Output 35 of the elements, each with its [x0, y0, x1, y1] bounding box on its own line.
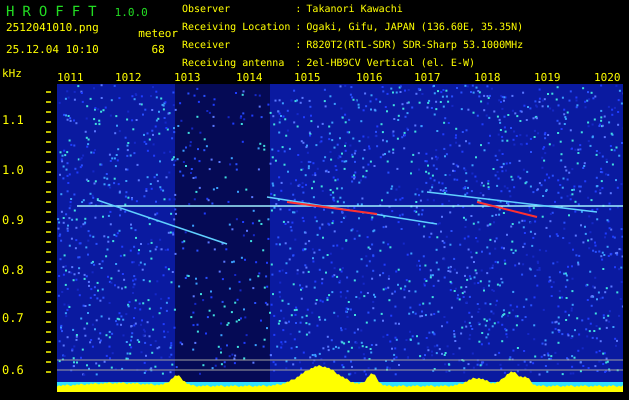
info-separator: : [295, 40, 302, 53]
axis-label: 1017 [414, 72, 440, 84]
info-separator: : [295, 4, 302, 17]
info-label: Receiver [182, 40, 232, 53]
info-label: Observer [182, 4, 232, 17]
info-label: Receiving antenna [182, 58, 286, 71]
axis-label: 1020 [594, 72, 620, 84]
info-separator: : [295, 58, 302, 71]
file-datetime: 25.12.04 10:10 [6, 44, 99, 56]
app-version: 1.0.0 [114, 7, 148, 19]
axis-label: 0.6 [2, 364, 24, 376]
meteor-label: meteor [138, 28, 178, 40]
info-separator: : [295, 22, 302, 35]
axis-label: 1013 [174, 72, 200, 84]
info-value: R820T2(RTL-SDR) SDR-Sharp 53.1000MHz [306, 40, 524, 53]
app-name: HROFFT [6, 4, 105, 20]
axis-label: 1014 [236, 72, 262, 84]
axis-label: 0.7 [2, 312, 24, 324]
meteor-count: 68 [152, 44, 165, 56]
axis-label: 1012 [115, 72, 142, 84]
info-label: Receiving Location [182, 22, 290, 35]
axis-label: 1015 [294, 72, 320, 84]
info-value: Ogaki, Gifu, JAPAN (136.60E, 35.35N) [306, 22, 524, 35]
axis-label: 1.1 [2, 114, 24, 126]
axis-label: 1019 [534, 72, 560, 84]
axis-label: 1018 [474, 72, 500, 84]
axis-unit: kHz [2, 68, 22, 80]
axis-label: 1011 [57, 72, 84, 84]
axis-label: 1016 [356, 72, 382, 84]
axis-label: 0.8 [2, 264, 24, 276]
info-value: Takanori Kawachi [306, 4, 404, 17]
file-name: 2512041010.png [6, 22, 99, 34]
axis-label: 1.0 [2, 164, 24, 176]
info-value: 2el-HB9CV Vertical (el. E-W) [306, 58, 476, 71]
axis-label: 0.9 [2, 214, 24, 226]
